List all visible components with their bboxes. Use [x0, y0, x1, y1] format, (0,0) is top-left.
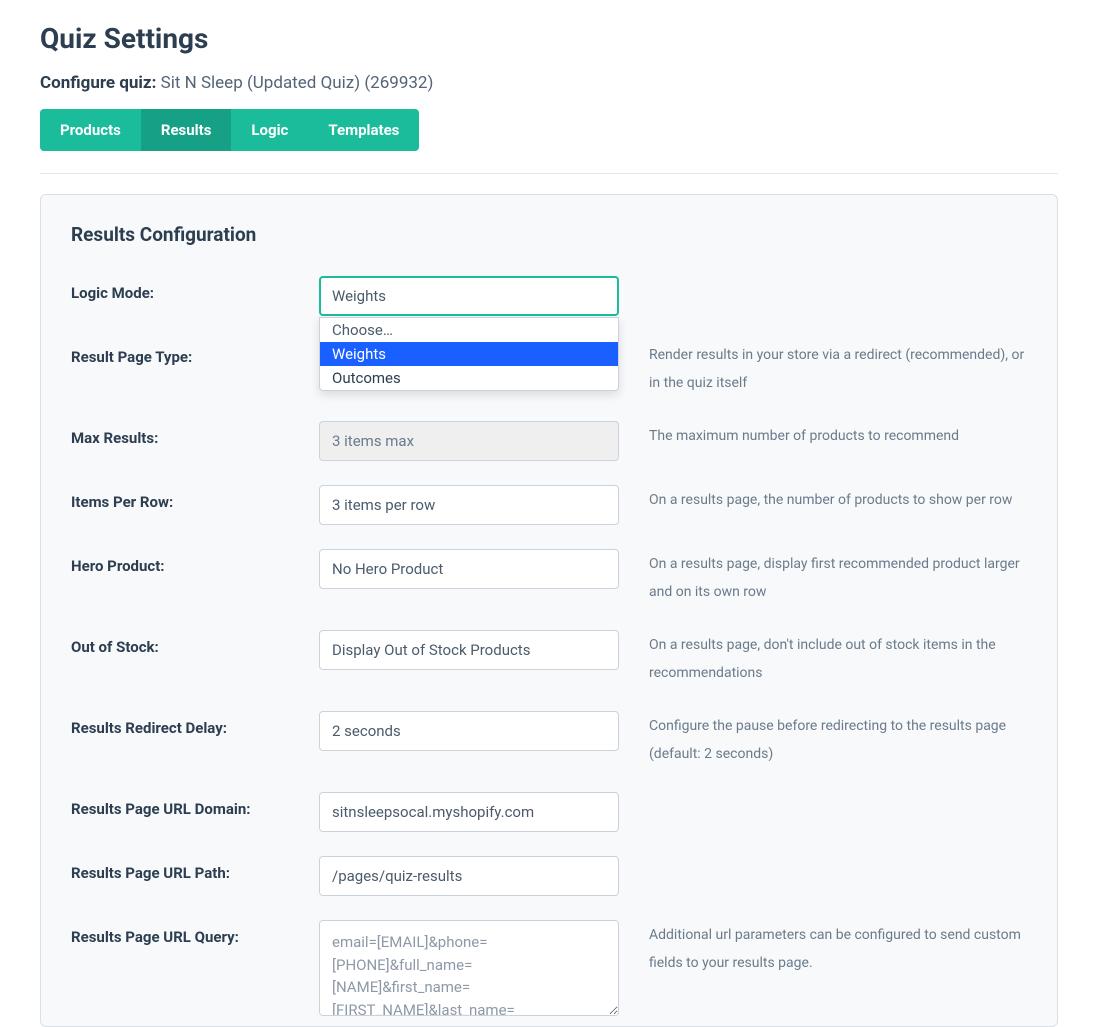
label-url-query: Results Page URL Query:: [71, 920, 319, 946]
row-max-results: Max Results: 3 items max The maximum num…: [71, 421, 1027, 461]
tabs-bar: Products Results Logic Templates: [40, 109, 1058, 151]
label-url-path: Results Page URL Path:: [71, 856, 319, 882]
url-domain-input[interactable]: sitnsleepsocal.myshopify.com: [319, 792, 619, 832]
label-logic-mode: Logic Mode:: [71, 276, 319, 302]
tab-logic[interactable]: Logic: [231, 109, 308, 151]
label-items-per-row: Items Per Row:: [71, 485, 319, 511]
row-url-query: Results Page URL Query: Additional url p…: [71, 920, 1027, 1016]
logic-mode-select[interactable]: Weights: [319, 276, 619, 316]
label-redirect-delay: Results Redirect Delay:: [71, 711, 319, 737]
help-out-of-stock: On a results page, don't include out of …: [619, 630, 1027, 687]
items-per-row-select[interactable]: 3 items per row: [319, 485, 619, 525]
divider: [40, 173, 1058, 174]
help-hero-product: On a results page, display first recomme…: [619, 549, 1027, 606]
row-redirect-delay: Results Redirect Delay: 2 seconds Config…: [71, 711, 1027, 768]
page-title: Quiz Settings: [40, 22, 1058, 55]
row-logic-mode: Logic Mode: Weights Choose… Weights Outc…: [71, 276, 1027, 316]
label-hero-product: Hero Product:: [71, 549, 319, 575]
configure-quiz-label: Configure quiz:: [40, 73, 156, 93]
tab-templates[interactable]: Templates: [308, 109, 419, 151]
label-out-of-stock: Out of Stock:: [71, 630, 319, 656]
help-items-per-row: On a results page, the number of product…: [619, 485, 1027, 514]
results-config-panel: Results Configuration Logic Mode: Weight…: [40, 194, 1058, 1027]
logic-mode-option-outcomes[interactable]: Outcomes: [320, 366, 618, 390]
help-url-query: Additional url parameters can be configu…: [619, 920, 1027, 977]
row-out-of-stock: Out of Stock: Display Out of Stock Produ…: [71, 630, 1027, 687]
max-results-select[interactable]: 3 items max: [319, 421, 619, 461]
help-result-page-type: Render results in your store via a redir…: [619, 340, 1027, 397]
logic-mode-option-weights[interactable]: Weights: [320, 342, 618, 366]
url-query-textarea[interactable]: [319, 920, 619, 1016]
redirect-delay-select[interactable]: 2 seconds: [319, 711, 619, 751]
logic-mode-dropdown: Choose… Weights Outcomes: [319, 317, 619, 391]
tab-results[interactable]: Results: [141, 109, 232, 151]
row-url-path: Results Page URL Path: /pages/quiz-resul…: [71, 856, 1027, 896]
row-url-domain: Results Page URL Domain: sitnsleepsocal.…: [71, 792, 1027, 832]
tab-products[interactable]: Products: [40, 109, 141, 151]
label-url-domain: Results Page URL Domain:: [71, 792, 319, 818]
row-items-per-row: Items Per Row: 3 items per row On a resu…: [71, 485, 1027, 525]
label-result-page-type: Result Page Type:: [71, 340, 319, 366]
hero-product-select[interactable]: No Hero Product: [319, 549, 619, 589]
configure-quiz-value: Sit N Sleep (Updated Quiz) (269932): [161, 73, 434, 93]
row-hero-product: Hero Product: No Hero Product On a resul…: [71, 549, 1027, 606]
url-path-input[interactable]: /pages/quiz-results: [319, 856, 619, 896]
logic-mode-option-choose[interactable]: Choose…: [320, 318, 618, 342]
help-max-results: The maximum number of products to recomm…: [619, 421, 1027, 450]
configure-quiz-heading: Configure quiz: Sit N Sleep (Updated Qui…: [40, 73, 1058, 93]
label-max-results: Max Results:: [71, 421, 319, 447]
section-title: Results Configuration: [71, 223, 1027, 246]
out-of-stock-select[interactable]: Display Out of Stock Products: [319, 630, 619, 670]
help-redirect-delay: Configure the pause before redirecting t…: [619, 711, 1027, 768]
